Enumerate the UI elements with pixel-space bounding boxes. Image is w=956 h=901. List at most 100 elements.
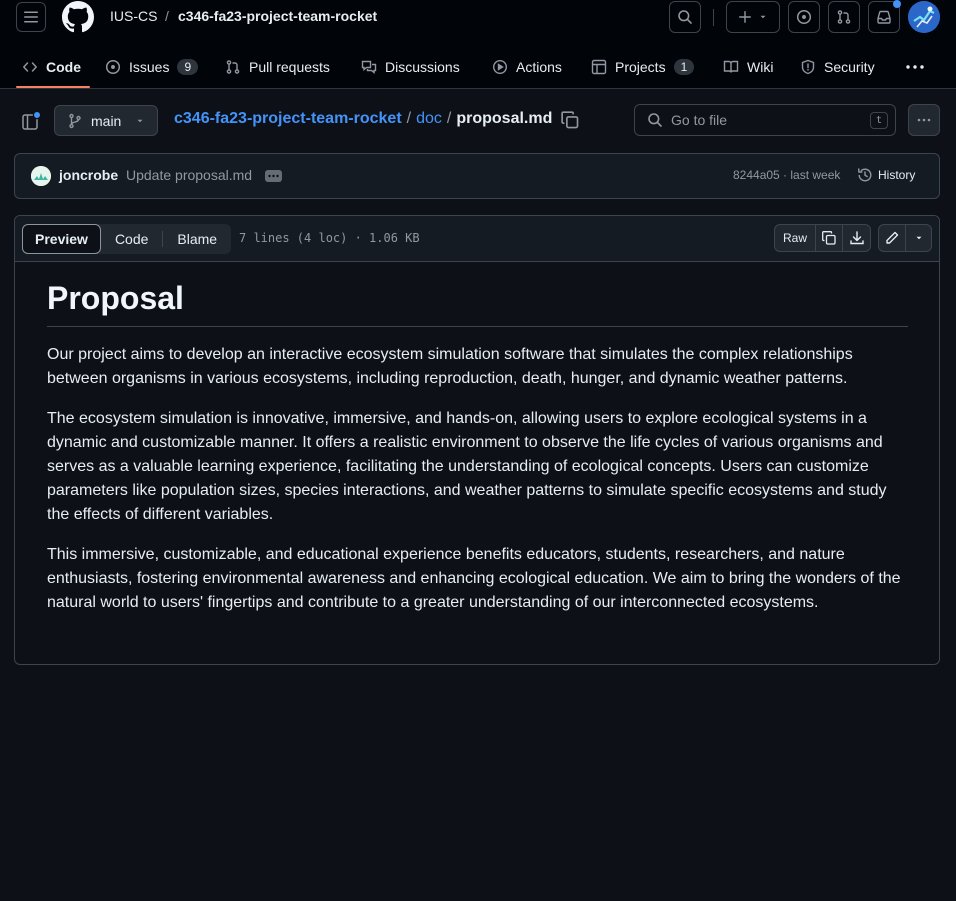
path-file-name: proposal.md xyxy=(456,110,553,127)
search-icon xyxy=(648,113,662,127)
edit-file-button[interactable] xyxy=(879,225,906,251)
issue-opened-icon xyxy=(105,59,121,74)
copy-raw-button[interactable] xyxy=(816,225,843,251)
search-icon xyxy=(678,10,692,24)
tab-issues[interactable]: Issues 9 xyxy=(105,44,199,89)
latest-commit-bar: joncrobe Update proposal.md 8244a05 · la… xyxy=(14,153,940,199)
file-header: Preview Code Blame 7 lines (4 loc) · 1.0… xyxy=(15,216,939,262)
play-icon xyxy=(492,59,508,74)
issues-counter: 9 xyxy=(177,58,199,75)
shield-icon xyxy=(801,59,815,74)
avatar[interactable] xyxy=(908,1,940,33)
branch-name: main xyxy=(91,112,122,129)
triangle-down-icon xyxy=(760,15,766,19)
hamburger-icon xyxy=(24,11,38,23)
blame-mode-button[interactable]: Blame xyxy=(163,224,231,254)
tab-actions[interactable]: Actions xyxy=(492,44,562,89)
table-icon xyxy=(591,59,607,74)
copy-icon xyxy=(822,231,836,245)
git-pull-request-icon xyxy=(837,10,851,24)
inbox-icon xyxy=(877,10,891,24)
tab-security[interactable]: Security xyxy=(800,44,875,89)
document-title: Proposal xyxy=(47,278,908,327)
tab-wiki[interactable]: Wiki xyxy=(723,44,773,89)
tab-label: Code xyxy=(46,58,81,75)
path-repo-link[interactable]: c346-fa23-project-team-rocket xyxy=(174,110,402,128)
paragraph: The ecosystem simulation is innovative, … xyxy=(47,410,887,523)
history-label: History xyxy=(878,168,916,182)
path-separator: / xyxy=(446,110,452,127)
plus-icon xyxy=(739,11,751,23)
branch-selector[interactable]: main xyxy=(54,105,158,136)
user-avatar-icon xyxy=(908,1,940,33)
breadcrumb-repo[interactable]: c346-fa23-project-team-rocket xyxy=(178,8,377,24)
git-pull-request-icon xyxy=(226,59,240,74)
copy-path-button[interactable] xyxy=(560,110,580,130)
author-avatar[interactable] xyxy=(31,166,51,186)
path-separator: / xyxy=(406,110,412,127)
global-header: IUS-CS / c346-fa23-project-team-rocket C… xyxy=(0,0,956,89)
more-options-button[interactable] xyxy=(908,104,940,136)
tab-label: Issues xyxy=(129,58,170,75)
tab-pull-requests[interactable]: Pull requests xyxy=(225,44,330,89)
commit-author[interactable]: joncrobe xyxy=(59,167,118,183)
go-to-file-input[interactable]: Go to file t xyxy=(634,104,896,136)
breadcrumb-owner[interactable]: IUS-CS xyxy=(110,8,157,24)
tab-projects[interactable]: Projects 1 xyxy=(591,44,695,89)
paragraph: This immersive, customizable, and educat… xyxy=(47,546,901,611)
header-divider xyxy=(713,9,714,26)
more-tabs-button[interactable] xyxy=(905,44,925,89)
tab-label: Actions xyxy=(516,58,562,75)
code-icon xyxy=(23,61,37,72)
history-button[interactable]: History xyxy=(857,167,915,183)
ellipsis-icon xyxy=(268,174,279,178)
tab-code[interactable]: Code xyxy=(22,44,81,89)
raw-button[interactable]: Raw xyxy=(775,225,816,251)
tab-label: Wiki xyxy=(747,58,774,75)
commit-sha-time[interactable]: 8244a05 · last week xyxy=(733,168,840,182)
edit-actions-group xyxy=(878,224,932,252)
book-icon xyxy=(723,60,739,73)
triangle-down-icon xyxy=(137,119,143,122)
tab-discussions[interactable]: Discussions xyxy=(361,44,460,89)
repo-tab-bar: Code Issues 9 Pull requests Discussions … xyxy=(0,44,956,89)
preview-mode-button[interactable]: Preview xyxy=(22,224,101,254)
expand-commit-message-button[interactable] xyxy=(265,170,282,182)
pencil-icon xyxy=(886,231,899,244)
tab-label: Projects xyxy=(615,58,666,75)
identicon-icon xyxy=(31,166,51,186)
path-dir-link[interactable]: doc xyxy=(416,110,442,128)
kebab-horizontal-icon xyxy=(917,118,931,122)
expand-file-tree-button[interactable] xyxy=(18,108,44,134)
projects-counter: 1 xyxy=(673,58,695,75)
github-logo-icon[interactable] xyxy=(62,1,94,33)
kebab-horizontal-icon xyxy=(906,64,924,69)
raw-actions-group: Raw xyxy=(774,224,871,252)
issue-opened-icon xyxy=(796,9,812,25)
comment-discussion-icon xyxy=(361,60,377,74)
sidebar-expand-icon xyxy=(22,110,42,130)
view-mode-toggle: Preview Code Blame xyxy=(22,224,232,254)
notification-dot xyxy=(893,0,901,8)
triangle-down-icon xyxy=(916,236,921,240)
issues-button[interactable] xyxy=(788,1,820,33)
download-icon xyxy=(849,231,864,245)
download-raw-button[interactable] xyxy=(843,225,870,251)
file-view: Preview Code Blame 7 lines (4 loc) · 1.0… xyxy=(14,215,940,665)
file-path-breadcrumb: c346-fa23-project-team-rocket / doc / pr… xyxy=(174,110,552,128)
history-icon xyxy=(858,168,872,182)
search-button[interactable] xyxy=(669,1,701,33)
copy-icon xyxy=(561,111,579,129)
pull-requests-button[interactable] xyxy=(828,1,860,33)
active-tab-indicator xyxy=(16,86,90,88)
code-mode-button[interactable]: Code xyxy=(101,224,162,254)
tab-label: Pull requests xyxy=(249,58,330,75)
breadcrumb-separator: / xyxy=(165,8,169,24)
tab-label: Security xyxy=(824,58,875,75)
create-new-button[interactable] xyxy=(726,1,780,33)
edit-dropdown-button[interactable] xyxy=(906,225,931,251)
go-to-file-placeholder: Go to file xyxy=(671,112,728,128)
commit-message[interactable]: Update proposal.md xyxy=(126,167,252,183)
menu-button[interactable] xyxy=(16,2,46,32)
markdown-body: Proposal Our project aims to develop an … xyxy=(47,278,908,631)
